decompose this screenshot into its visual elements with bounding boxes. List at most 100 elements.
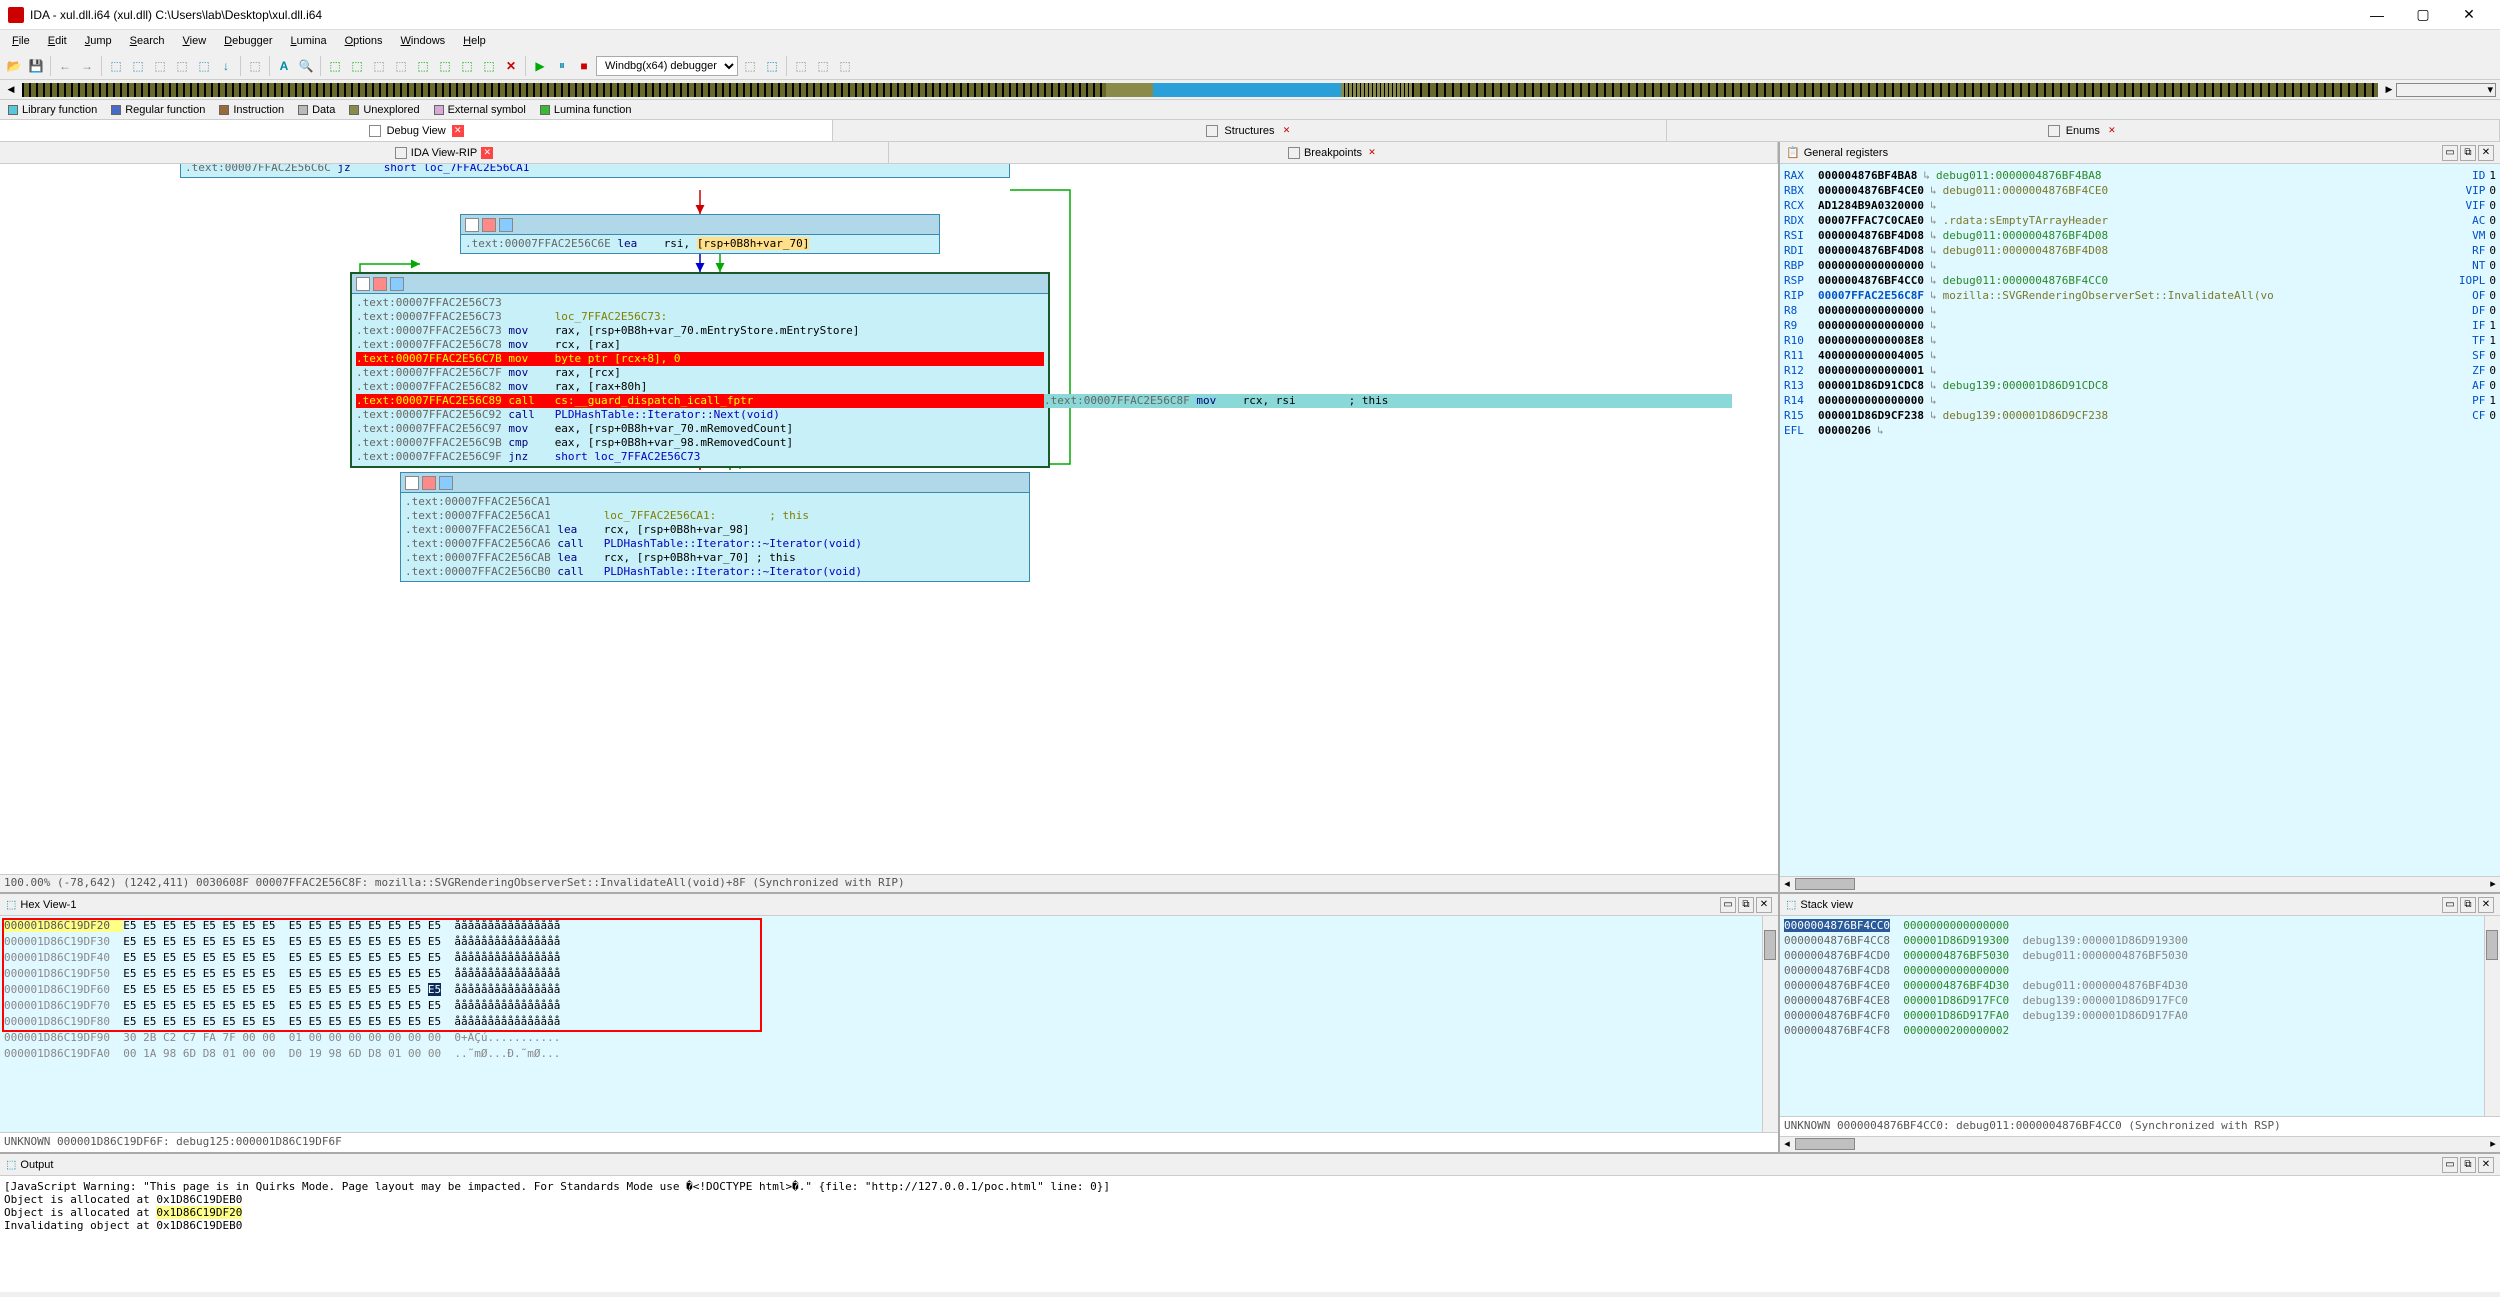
tb-btn-19[interactable]: ⬚ [813, 56, 833, 76]
tb-btn-5[interactable]: ⬚ [194, 56, 214, 76]
regs-restore[interactable]: ⧉ [2460, 145, 2476, 161]
register-row[interactable]: RBP0000000000000000↳ [1784, 258, 2496, 273]
register-row[interactable]: EFL00000206↳ [1784, 423, 2496, 438]
stack-line[interactable]: 0000004876BF4CC8 000001D86D919300 debug1… [1784, 933, 2496, 948]
register-row[interactable]: RAX000004876BF4BA8↳debug011:0000004876BF… [1784, 168, 2496, 183]
graph-node-bottom[interactable]: .text:00007FFAC2E56CA1 .text:00007FFAC2E… [400, 472, 1030, 582]
tb-btn-2[interactable]: ⬚ [128, 56, 148, 76]
open-button[interactable]: 📂 [4, 56, 24, 76]
register-row[interactable]: RBX0000004876BF4CE0↳debug011:0000004876B… [1784, 183, 2496, 198]
nav-right[interactable]: ▶ [2382, 83, 2396, 97]
tab-close[interactable]: ✕ [452, 125, 464, 137]
hex-line[interactable]: 000001D86C19DF40 E5 E5 E5 E5 E5 E5 E5 E5… [4, 950, 1774, 966]
output-body[interactable]: [JavaScript Warning: "This page is in Qu… [0, 1176, 2500, 1292]
pause-button[interactable]: ⏸ [552, 56, 572, 76]
stack-line[interactable]: 0000004876BF4CC0 0000000000000000 [1784, 918, 2496, 933]
register-row[interactable]: RDI0000004876BF4D08↳debug011:0000004876B… [1784, 243, 2496, 258]
stack-vscroll[interactable] [2484, 916, 2500, 1116]
output-close[interactable]: ✕ [2478, 1157, 2494, 1173]
tb-btn-14[interactable]: ⬚ [457, 56, 477, 76]
register-row[interactable]: R1000000000000008E8↳ [1784, 333, 2496, 348]
tb-btn-1[interactable]: ⬚ [106, 56, 126, 76]
register-row[interactable]: RDX00007FFAC7C0CAE0↳.rdata:sEmptyTArrayH… [1784, 213, 2496, 228]
hex-line[interactable]: 000001D86C19DFA0 00 1A 98 6D D8 01 00 00… [4, 1046, 1774, 1062]
nav-left[interactable]: ◀ [4, 83, 18, 97]
menu-windows[interactable]: Windows [393, 33, 454, 49]
tb-btn-13[interactable]: ⬚ [435, 56, 455, 76]
hex-body[interactable]: 000001D86C19DF20 E5 E5 E5 E5 E5 E5 E5 E5… [0, 916, 1778, 1132]
tb-btn-12[interactable]: ⬚ [413, 56, 433, 76]
tab-close[interactable]: ✕ [481, 147, 493, 159]
tab-close[interactable]: ✕ [1366, 147, 1378, 159]
stack-line[interactable]: 0000004876BF4CF8 0000000200000002 [1784, 1023, 2496, 1038]
tb-btn-a[interactable]: A [274, 56, 294, 76]
sub-tab[interactable]: IDA View-RIP✕ [0, 142, 889, 163]
stack-line[interactable]: 0000004876BF4CE8 000001D86D917FC0 debug1… [1784, 993, 2496, 1008]
tab-close[interactable]: ✕ [2106, 125, 2118, 137]
register-row[interactable]: R120000000000000001↳ [1784, 363, 2496, 378]
tb-btn-9[interactable]: ⬚ [347, 56, 367, 76]
register-row[interactable]: RCXAD1284B9A0320000↳ [1784, 198, 2496, 213]
menu-options[interactable]: Options [337, 33, 391, 49]
tb-btn-17[interactable]: ⬚ [762, 56, 782, 76]
hex-line[interactable]: 000001D86C19DF60 E5 E5 E5 E5 E5 E5 E5 E5… [4, 982, 1774, 998]
close-button[interactable]: ✕ [2446, 0, 2492, 30]
hex-vscroll[interactable] [1762, 916, 1778, 1132]
regs-close[interactable]: ✕ [2478, 145, 2494, 161]
menu-help[interactable]: Help [455, 33, 494, 49]
tb-btn-4[interactable]: ⬚ [172, 56, 192, 76]
register-row[interactable]: R140000000000000000↳ [1784, 393, 2496, 408]
hex-line[interactable]: 000001D86C19DF90 30 2B C2 C7 FA 7F 00 00… [4, 1030, 1774, 1046]
stack-line[interactable]: 0000004876BF4CF0 000001D86D917FA0 debug1… [1784, 1008, 2496, 1023]
regs-hscroll[interactable]: ◂ ▸ [1780, 876, 2500, 892]
tab-close[interactable]: ✕ [1281, 125, 1293, 137]
stack-close[interactable]: ✕ [2478, 897, 2494, 913]
tb-btn-16[interactable]: ⬚ [740, 56, 760, 76]
stack-line[interactable]: 0000004876BF4CE0 0000004876BF4D30 debug0… [1784, 978, 2496, 993]
output-restore[interactable]: ⧉ [2460, 1157, 2476, 1173]
register-row[interactable]: RSP0000004876BF4CC0↳debug011:0000004876B… [1784, 273, 2496, 288]
register-row[interactable]: R15000001D86D9CF238↳debug139:000001D86D9… [1784, 408, 2496, 423]
run-button[interactable]: ▶ [530, 56, 550, 76]
hex-restore[interactable]: ⧉ [1738, 897, 1754, 913]
menu-search[interactable]: Search [122, 33, 173, 49]
graph-node-top[interactable]: .text:00007FFAC2E56C69 cmp eax, [rdx+10h… [180, 164, 1010, 178]
stack-body[interactable]: 0000004876BF4CC0 00000000000000000000004… [1780, 916, 2500, 1116]
register-row[interactable]: RSI0000004876BF4D08↳debug011:0000004876B… [1784, 228, 2496, 243]
menu-edit[interactable]: Edit [40, 33, 75, 49]
debugger-combo[interactable]: Windbg(x64) debugger [596, 56, 738, 76]
regs-detach[interactable]: ▭ [2442, 145, 2458, 161]
register-row[interactable]: RIP00007FFAC2E56C8F↳mozilla::SVGRenderin… [1784, 288, 2496, 303]
tb-btn-18[interactable]: ⬚ [791, 56, 811, 76]
graph-node-main[interactable]: .text:00007FFAC2E56C73 .text:00007FFAC2E… [350, 272, 1050, 468]
nav-bar[interactable] [22, 83, 2378, 97]
tb-btn-11[interactable]: ⬚ [391, 56, 411, 76]
tb-btn-7[interactable]: ⬚ [245, 56, 265, 76]
hex-line[interactable]: 000001D86C19DF30 E5 E5 E5 E5 E5 E5 E5 E5… [4, 934, 1774, 950]
minimize-button[interactable]: — [2354, 0, 2400, 30]
tb-btn-8[interactable]: ⬚ [325, 56, 345, 76]
hex-line[interactable]: 000001D86C19DF50 E5 E5 E5 E5 E5 E5 E5 E5… [4, 966, 1774, 982]
output-detach[interactable]: ▭ [2442, 1157, 2458, 1173]
register-row[interactable]: R90000000000000000↳ [1784, 318, 2496, 333]
register-row[interactable]: R80000000000000000↳ [1784, 303, 2496, 318]
back-button[interactable]: ← [55, 56, 75, 76]
tb-btn-3[interactable]: ⬚ [150, 56, 170, 76]
menu-jump[interactable]: Jump [77, 33, 120, 49]
menu-lumina[interactable]: Lumina [282, 33, 334, 49]
menu-debugger[interactable]: Debugger [216, 33, 280, 49]
tb-btn-x[interactable]: ✕ [501, 56, 521, 76]
top-tab[interactable]: Enums✕ [1667, 120, 2500, 141]
tb-btn-find[interactable]: 🔍 [296, 56, 316, 76]
top-tab[interactable]: Structures✕ [833, 120, 1666, 141]
nav-end-dropdown[interactable]: ▾ [2396, 83, 2496, 97]
tb-btn-20[interactable]: ⬚ [835, 56, 855, 76]
tb-btn-15[interactable]: ⬚ [479, 56, 499, 76]
hex-detach[interactable]: ▭ [1720, 897, 1736, 913]
stack-line[interactable]: 0000004876BF4CD8 0000000000000000 [1784, 963, 2496, 978]
menu-view[interactable]: View [175, 33, 215, 49]
hex-line[interactable]: 000001D86C19DF80 E5 E5 E5 E5 E5 E5 E5 E5… [4, 1014, 1774, 1030]
save-button[interactable]: 💾 [26, 56, 46, 76]
maximize-button[interactable]: ▢ [2400, 0, 2446, 30]
register-row[interactable]: R114000000000004005↳ [1784, 348, 2496, 363]
